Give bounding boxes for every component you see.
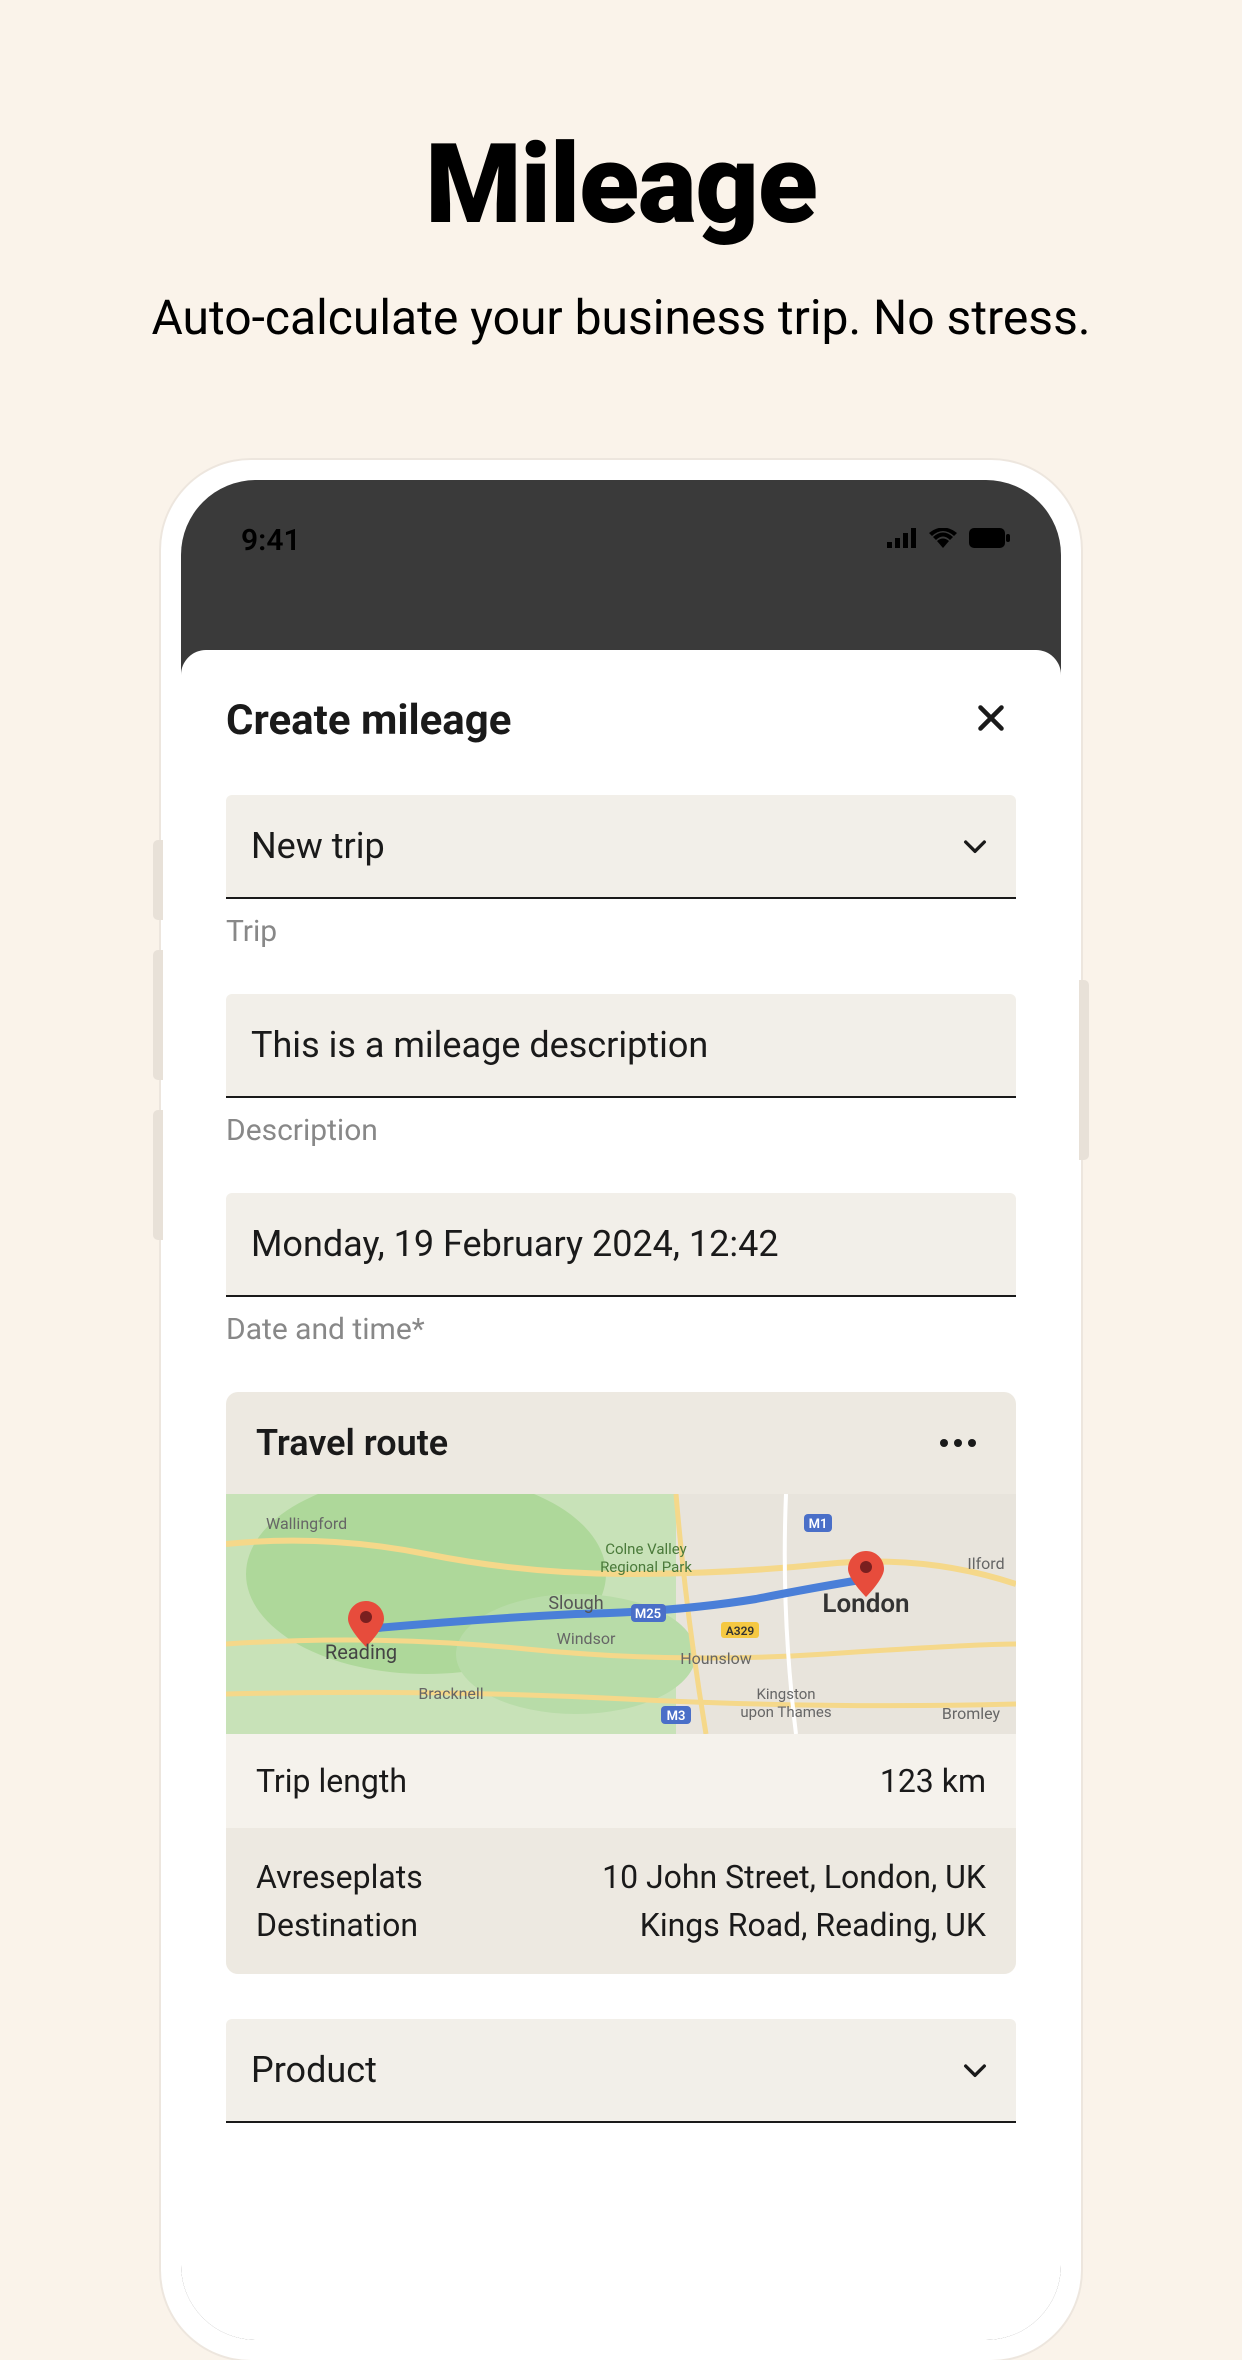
wifi-icon xyxy=(929,528,957,552)
phone-frame: 9:41 Create mileage xyxy=(161,460,1081,2360)
svg-text:Windsor: Windsor xyxy=(557,1629,616,1648)
svg-text:Bromley: Bromley xyxy=(942,1704,1001,1723)
status-icons xyxy=(887,528,1011,552)
departure-value: 10 John Street, London, UK xyxy=(602,1858,986,1896)
chevron-down-icon xyxy=(959,830,991,862)
page-title: Mileage xyxy=(0,120,1242,249)
destination-value: Kings Road, Reading, UK xyxy=(640,1906,986,1944)
travel-route-title: Travel route xyxy=(256,1422,448,1464)
product-select[interactable]: Product xyxy=(226,2019,1016,2123)
trip-value: New trip xyxy=(251,825,385,867)
svg-text:M3: M3 xyxy=(667,1709,686,1724)
close-button[interactable] xyxy=(966,695,1016,745)
trip-length-value: 123 km xyxy=(880,1762,986,1800)
svg-text:A329: A329 xyxy=(726,1624,755,1638)
destination-label: Destination xyxy=(256,1906,418,1944)
svg-text:Ilford: Ilford xyxy=(967,1554,1004,1573)
more-icon xyxy=(940,1439,948,1447)
modal-title: Create mileage xyxy=(226,696,511,745)
svg-text:Colne Valley: Colne Valley xyxy=(605,1540,687,1558)
trip-label: Trip xyxy=(226,914,1016,949)
more-options-button[interactable] xyxy=(930,1429,986,1457)
travel-route-card: Travel route xyxy=(226,1392,1016,1494)
chevron-down-icon xyxy=(959,2054,991,2086)
departure-label: Avreseplats xyxy=(256,1858,423,1896)
svg-text:Regional Park: Regional Park xyxy=(600,1558,692,1576)
signal-icon xyxy=(887,528,917,552)
battery-icon xyxy=(969,528,1011,552)
page-subtitle: Auto-calculate your business trip. No st… xyxy=(0,289,1242,346)
datetime-label: Date and time* xyxy=(226,1312,1016,1347)
svg-text:Kingston: Kingston xyxy=(756,1685,815,1703)
close-icon xyxy=(973,700,1009,740)
svg-text:London: London xyxy=(822,1589,909,1619)
svg-text:Wallingford: Wallingford xyxy=(266,1514,347,1533)
status-time: 9:41 xyxy=(241,523,301,558)
svg-text:Bracknell: Bracknell xyxy=(418,1684,483,1703)
svg-text:Slough: Slough xyxy=(548,1593,603,1614)
svg-text:Hounslow: Hounslow xyxy=(680,1649,752,1668)
trip-length-label: Trip length xyxy=(256,1762,407,1800)
svg-text:M25: M25 xyxy=(635,1607,661,1622)
svg-text:Reading: Reading xyxy=(325,1640,397,1664)
trip-info: Trip length 123 km Avreseplats 10 John S… xyxy=(226,1734,1016,1974)
product-value: Product xyxy=(251,2049,377,2091)
phone-screen: 9:41 Create mileage xyxy=(181,480,1061,2340)
svg-text:M1: M1 xyxy=(809,1517,828,1532)
route-map[interactable]: London Reading Slough Windsor Hounslow B… xyxy=(226,1494,1016,1734)
datetime-value: Monday, 19 February 2024, 12:42 xyxy=(251,1223,779,1265)
status-bar: 9:41 xyxy=(181,480,1061,570)
svg-text:upon Thames: upon Thames xyxy=(740,1703,831,1721)
description-label: Description xyxy=(226,1113,1016,1148)
create-mileage-modal: Create mileage New trip Trip xyxy=(181,650,1061,2340)
description-value: This is a mileage description xyxy=(251,1024,708,1066)
datetime-input[interactable]: Monday, 19 February 2024, 12:42 xyxy=(226,1193,1016,1297)
description-input[interactable]: This is a mileage description xyxy=(226,994,1016,1098)
trip-select[interactable]: New trip xyxy=(226,795,1016,899)
